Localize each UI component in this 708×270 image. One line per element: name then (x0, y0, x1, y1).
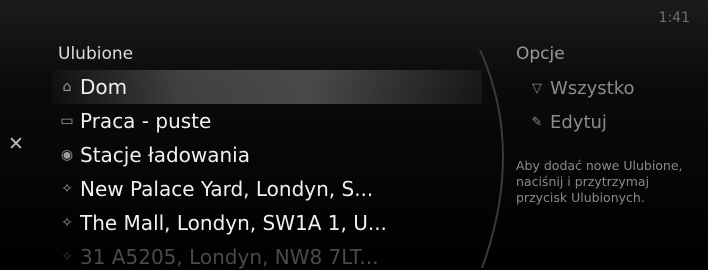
option-all-button[interactable]: ▽ Wszystko (528, 78, 635, 99)
option-label: Edytuj (550, 112, 607, 133)
options-title: Opcje (516, 44, 565, 64)
list-item-label: New Palace Yard, Londyn, S... (80, 177, 374, 201)
star-icon: ✧ (61, 181, 73, 197)
list-item-favorite-1[interactable]: ✧ New Palace Yard, Londyn, S... (52, 172, 482, 206)
favorites-title: Ulubione (58, 44, 134, 64)
home-icon: ⌂ (62, 79, 72, 95)
list-item-work[interactable]: ▭ Praca - puste (52, 104, 482, 138)
clock: 1:41 (658, 10, 690, 26)
close-icon[interactable]: ✕ (8, 133, 24, 155)
option-label: Wszystko (550, 78, 635, 99)
star-icon: ✧ (61, 215, 73, 231)
option-edit-button[interactable]: ✎ Edytuj (528, 112, 607, 133)
panel-divider-curve (479, 49, 504, 269)
list-item-label: The Mall, Londyn, SW1A 1, U... (80, 211, 387, 235)
list-item-label: Dom (80, 75, 128, 99)
list-item-label: 31 A5205, Londyn, NW8 7LT... (80, 245, 379, 269)
list-item-favorite-2[interactable]: ✧ The Mall, Londyn, SW1A 1, U... (52, 206, 482, 240)
favorites-list: ⌂ Dom ▭ Praca - puste ◉ Stacje ładowania… (52, 70, 482, 270)
list-item-favorite-3[interactable]: ✧ 31 A5205, Londyn, NW8 7LT... (52, 240, 482, 270)
list-item-label: Stacje ładowania (80, 143, 250, 167)
navigation-favorites-screen: 1:41 ✕ Ulubione ⌂ Dom ▭ Praca - puste ◉ … (0, 0, 708, 270)
pencil-icon: ✎ (531, 115, 543, 130)
list-item-home[interactable]: ⌂ Dom (52, 70, 482, 104)
filter-icon: ▽ (532, 81, 542, 96)
favorites-hint: Aby dodać nowe Ulubione, naciśnij i przy… (516, 158, 683, 205)
pin-icon: ◉ (60, 147, 74, 163)
list-item-label: Praca - puste (80, 109, 212, 133)
star-icon: ✧ (61, 249, 73, 265)
list-item-charging-stations[interactable]: ◉ Stacje ładowania (52, 138, 482, 172)
briefcase-icon: ▭ (60, 113, 74, 129)
